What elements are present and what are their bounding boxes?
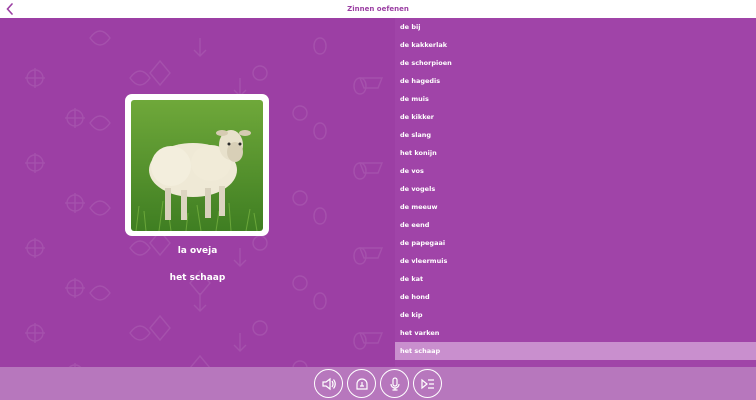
list-item[interactable]: de eend: [395, 216, 756, 234]
list-item[interactable]: de vos: [395, 162, 756, 180]
list-item[interactable]: het konijn: [395, 144, 756, 162]
word-card: [125, 94, 269, 236]
bottom-toolbar: [0, 367, 756, 400]
list-item[interactable]: de schorpioen: [395, 54, 756, 72]
foreign-word: la oveja: [177, 246, 218, 256]
native-word: het schaap: [169, 273, 226, 283]
main-area: la oveja het schaap de bij de kakkerlak …: [0, 18, 756, 367]
word-list: de bij de kakkerlak de schorpioen de hag…: [395, 18, 756, 367]
speaker-icon: [321, 377, 336, 390]
list-item[interactable]: de kat: [395, 270, 756, 288]
play-list-icon: [420, 378, 434, 389]
slow-audio-icon: [355, 377, 368, 390]
microphone-button[interactable]: [380, 369, 409, 398]
list-item[interactable]: de vogels: [395, 180, 756, 198]
page-title: Zinnen oefenen: [347, 5, 409, 13]
list-item[interactable]: de hagedis: [395, 72, 756, 90]
list-item-selected[interactable]: het schaap: [395, 342, 756, 360]
list-item[interactable]: de vleermuis: [395, 252, 756, 270]
slow-audio-button[interactable]: [347, 369, 376, 398]
list-item[interactable]: de bij: [395, 18, 756, 36]
list-item[interactable]: het varken: [395, 324, 756, 342]
list-item[interactable]: de papegaai: [395, 234, 756, 252]
sheep-photo: [131, 100, 263, 231]
microphone-icon: [389, 376, 400, 391]
list-item[interactable]: de kikker: [395, 108, 756, 126]
list-item[interactable]: de muis: [395, 90, 756, 108]
list-item[interactable]: de kip: [395, 306, 756, 324]
list-item[interactable]: de meeuw: [395, 198, 756, 216]
list-item[interactable]: de hond: [395, 288, 756, 306]
chevron-left-icon: [6, 3, 13, 15]
list-item[interactable]: de kakkerlak: [395, 36, 756, 54]
list-item[interactable]: de slang: [395, 126, 756, 144]
top-bar: Zinnen oefenen: [0, 0, 756, 18]
speaker-button[interactable]: [314, 369, 343, 398]
play-list-button[interactable]: [413, 369, 442, 398]
back-button[interactable]: [2, 0, 18, 18]
